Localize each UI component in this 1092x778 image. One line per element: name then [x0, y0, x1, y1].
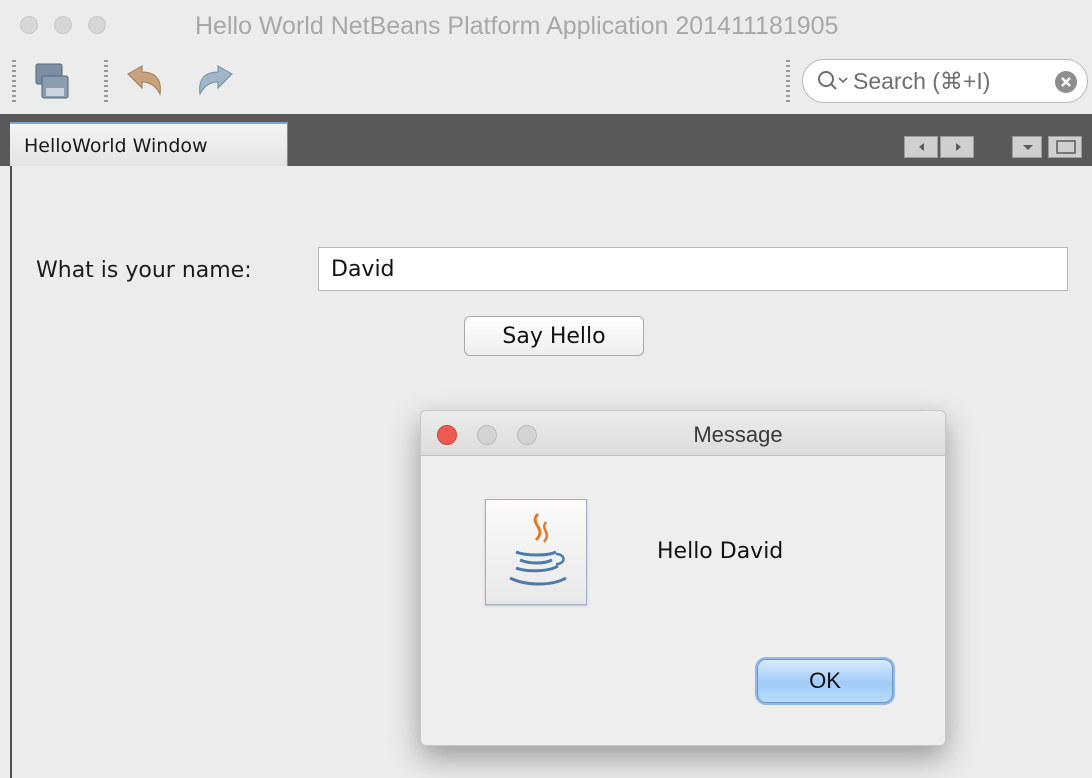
search-icon[interactable] [817, 70, 851, 92]
name-input[interactable] [318, 247, 1068, 291]
tab-list-dropdown-button[interactable] [1012, 136, 1042, 158]
toolbar-grip-2[interactable] [104, 60, 108, 104]
close-window-button[interactable] [20, 16, 38, 34]
dialog-titlebar: Message [421, 411, 945, 456]
name-label: What is your name: [36, 258, 252, 283]
window-titlebar: Hello World NetBeans Platform Applicatio… [0, 0, 1092, 52]
tab-helloworld-window[interactable]: HelloWorld Window [10, 122, 288, 166]
tab-label: HelloWorld Window [24, 135, 208, 157]
scroll-tabs-right-button[interactable] [940, 136, 974, 158]
ok-button[interactable]: OK [757, 659, 893, 703]
java-icon [485, 499, 587, 605]
maximize-window-icon[interactable] [1048, 136, 1082, 158]
toolbar-grip-3[interactable] [786, 60, 790, 104]
redo-icon[interactable] [192, 58, 240, 106]
dialog-title: Message [693, 422, 783, 447]
toolbar-grip[interactable] [12, 60, 16, 104]
window-title: Hello World NetBeans Platform Applicatio… [195, 12, 839, 40]
save-all-icon[interactable] [30, 58, 78, 106]
dialog-message: Hello David [657, 539, 784, 564]
say-hello-button[interactable]: Say Hello [464, 316, 644, 356]
undo-icon[interactable] [120, 58, 168, 106]
scroll-tabs-left-button[interactable] [904, 136, 938, 158]
message-dialog: Message Hello David OK [420, 410, 946, 746]
clear-search-icon[interactable] [1055, 71, 1077, 93]
tab-strip: HelloWorld Window [0, 114, 1092, 166]
minimize-window-button[interactable] [54, 16, 72, 34]
toolbar: Search (⌘+I) [0, 52, 1092, 114]
search-box[interactable]: Search (⌘+I) [802, 59, 1088, 103]
zoom-window-button[interactable] [88, 16, 106, 34]
search-input[interactable]: Search (⌘+I) [853, 68, 990, 95]
